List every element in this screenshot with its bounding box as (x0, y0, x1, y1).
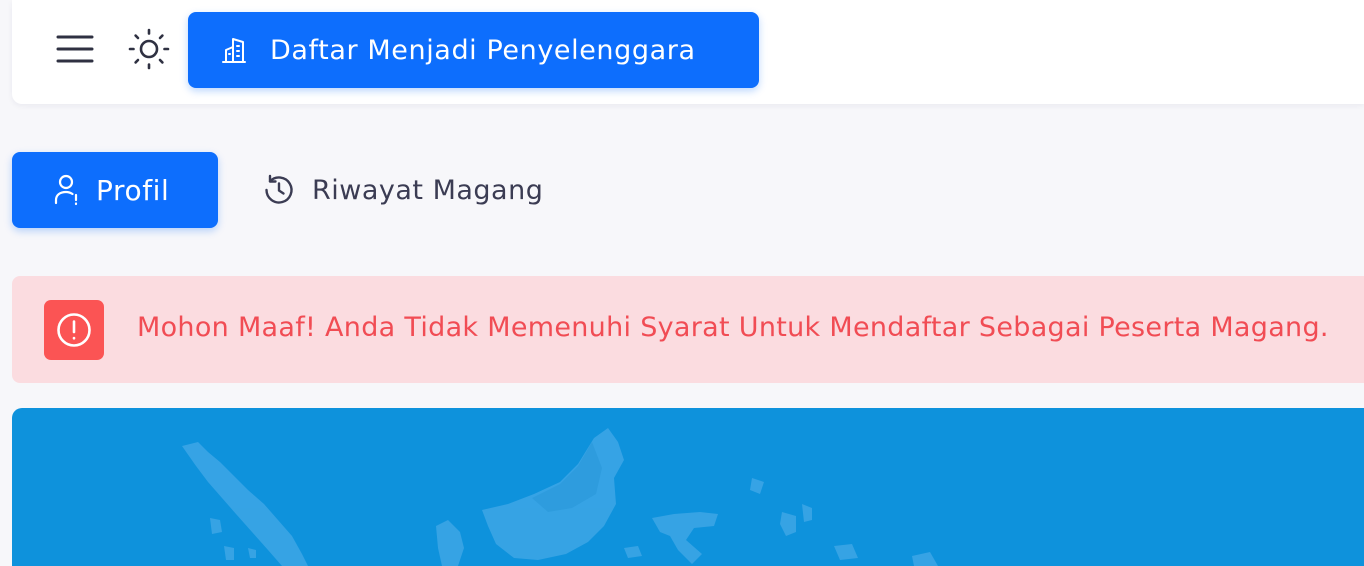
tab-profil-label: Profil (96, 173, 170, 207)
indonesia-map-illustration (182, 428, 938, 566)
sun-icon (128, 28, 170, 70)
hero-banner (12, 408, 1364, 566)
tab-riwayat-magang-label: Riwayat Magang (312, 174, 544, 206)
hamburger-menu-button[interactable] (52, 26, 98, 72)
user-icon (54, 174, 82, 206)
eligibility-alert: Mohon Maaf! Anda Tidak Memenuhi Syarat U… (12, 276, 1364, 383)
history-icon (262, 173, 296, 207)
register-organizer-button[interactable]: Daftar Menjadi Penyelenggara (188, 12, 759, 88)
building-icon (220, 35, 250, 65)
tab-profil[interactable]: Profil (12, 152, 218, 228)
top-navbar: Daftar Menjadi Penyelenggara (12, 0, 1364, 104)
exclamation-circle-icon (57, 313, 91, 347)
alert-message: Mohon Maaf! Anda Tidak Memenuhi Syarat U… (137, 312, 1329, 343)
theme-toggle-button[interactable] (126, 26, 172, 72)
alert-icon-box (44, 300, 104, 360)
register-organizer-label: Daftar Menjadi Penyelenggara (270, 34, 696, 66)
hamburger-menu-icon (56, 35, 94, 63)
tab-riwayat-magang[interactable]: Riwayat Magang (262, 152, 582, 228)
